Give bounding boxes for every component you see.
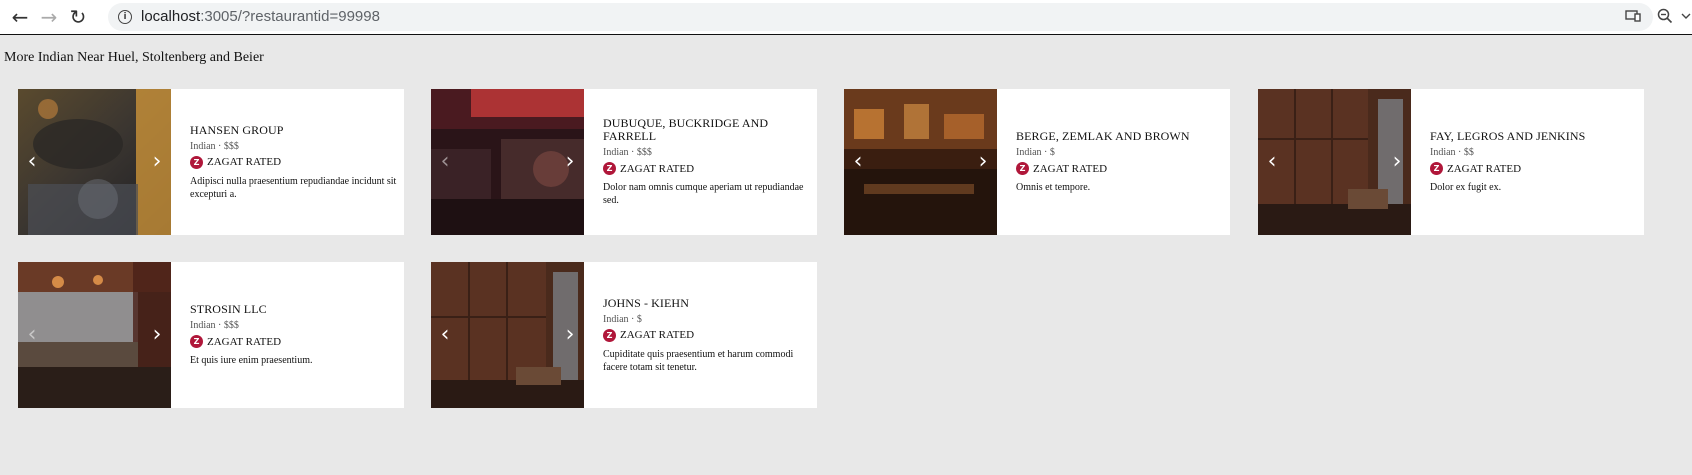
restaurant-description: Cupiditate quis praesentium et harum com… <box>603 348 794 373</box>
restaurant-card[interactable]: ‹ › Fay, Legros and Jenkins Indian · $$ … <box>1258 89 1644 235</box>
cast-device-icon[interactable] <box>1622 5 1644 27</box>
zagat-label: ZAGAT RATED <box>207 156 282 168</box>
restaurant-meta: Indian · $$ <box>1430 147 1474 158</box>
zagat-label: ZAGAT RATED <box>1447 162 1522 175</box>
carousel-prev-icon[interactable]: ‹ <box>22 322 42 347</box>
zagat-label: ZAGAT RATED <box>620 162 695 175</box>
zagat-label: ZAGAT RATED <box>207 335 282 348</box>
card-info: Dubuque, Buckridge and Farrell Indian · … <box>603 89 811 235</box>
forward-arrow-icon[interactable]: → <box>37 5 61 29</box>
zagat-icon: Z <box>1430 162 1443 175</box>
browser-toolbar: ← → ↻ i localhost:3005/?restaurantid=999… <box>0 0 1692 35</box>
restaurant-meta: Indian · $$$ <box>190 140 239 152</box>
restaurant-card[interactable]: ‹ › Dubuque, Buckridge and Farrell India… <box>431 89 817 235</box>
carousel-prev-icon[interactable]: ‹ <box>435 149 455 174</box>
url-path: :3005/?restaurantid=99998 <box>200 8 380 25</box>
restaurant-name[interactable]: Johns - Kiehn <box>603 296 811 310</box>
restaurant-photo: ‹ › <box>844 89 997 235</box>
carousel-next-icon[interactable]: › <box>560 149 580 174</box>
zagat-label: ZAGAT RATED <box>1033 162 1108 175</box>
carousel-next-icon[interactable]: › <box>1387 149 1407 174</box>
carousel-prev-icon[interactable]: ‹ <box>22 149 42 174</box>
carousel-prev-icon[interactable]: ‹ <box>435 322 455 347</box>
card-info: Berge, Zemlak and Brown Indian · $ Z ZAG… <box>1016 89 1224 235</box>
restaurant-description: Dolor ex fugit ex. <box>1430 182 1502 193</box>
restaurant-card[interactable]: ‹ › Strosin LLC Indian · $$$ Z ZAGAT RAT… <box>18 262 404 408</box>
back-arrow-icon[interactable]: ← <box>8 5 32 29</box>
zagat-badge: Z ZAGAT RATED <box>190 155 398 169</box>
info-icon[interactable]: i <box>118 10 132 24</box>
section-title: More Indian Near Huel, Stoltenberg and B… <box>4 50 264 65</box>
url-host: localhost <box>141 8 201 25</box>
restaurant-photo: ‹ › <box>431 262 584 408</box>
zagat-icon: Z <box>190 335 203 348</box>
restaurant-card[interactable]: ‹ › Johns - Kiehn Indian · $ Z ZAGAT RAT… <box>431 262 817 408</box>
zagat-label: ZAGAT RATED <box>620 329 695 341</box>
zagat-badge: Z ZAGAT RATED <box>190 335 398 348</box>
url-text[interactable]: localhost:3005/?restaurantid=99998 <box>141 8 380 25</box>
carousel-next-icon[interactable]: › <box>560 322 580 347</box>
restaurant-description: Adipisci nulla praesentium repudiandae i… <box>190 175 397 200</box>
zagat-badge: Z ZAGAT RATED <box>1016 162 1224 175</box>
restaurant-photo: ‹ › <box>18 89 171 235</box>
zoom-icon[interactable] <box>1654 5 1676 27</box>
chevron-down-icon[interactable] <box>1680 5 1692 27</box>
restaurant-photo: ‹ › <box>18 262 171 408</box>
zagat-badge: Z ZAGAT RATED <box>603 328 811 342</box>
card-info: Fay, Legros and Jenkins Indian · $$ Z ZA… <box>1430 89 1638 235</box>
restaurant-meta: Indian · $$$ <box>190 320 239 331</box>
zagat-icon: Z <box>190 155 203 169</box>
restaurant-card[interactable]: ‹ › Hansen Group Indian · $$$ Z ZAGAT RA… <box>18 89 404 235</box>
restaurant-photo: ‹ › <box>1258 89 1411 235</box>
restaurant-description: Omnis et tempore. <box>1016 182 1091 193</box>
carousel-next-icon[interactable]: › <box>973 149 993 174</box>
carousel-prev-icon[interactable]: ‹ <box>848 149 868 174</box>
restaurant-name[interactable]: Berge, Zemlak and Brown <box>1016 130 1224 143</box>
zagat-badge: Z ZAGAT RATED <box>603 162 811 175</box>
restaurant-description: Dolor nam omnis cumque aperiam ut repudi… <box>603 182 804 206</box>
restaurant-card[interactable]: ‹ › Berge, Zemlak and Brown Indian · $ Z… <box>844 89 1230 235</box>
restaurant-name[interactable]: Dubuque, Buckridge and Farrell <box>603 117 811 143</box>
address-bar[interactable]: i localhost:3005/?restaurantid=99998 <box>108 3 1653 31</box>
restaurant-meta: Indian · $ <box>1016 147 1055 158</box>
restaurant-name[interactable]: Hansen Group <box>190 123 398 137</box>
restaurant-meta: Indian · $ <box>603 313 642 325</box>
restaurant-name[interactable]: Strosin LLC <box>190 303 398 316</box>
reload-icon[interactable]: ↻ <box>66 5 90 29</box>
restaurant-name[interactable]: Fay, Legros and Jenkins <box>1430 130 1638 143</box>
zagat-icon: Z <box>603 328 616 342</box>
zagat-icon: Z <box>1016 162 1029 175</box>
zagat-badge: Z ZAGAT RATED <box>1430 162 1638 175</box>
carousel-prev-icon[interactable]: ‹ <box>1262 149 1282 174</box>
restaurant-meta: Indian · $$$ <box>603 147 652 158</box>
zagat-icon: Z <box>603 162 616 175</box>
card-info: Johns - Kiehn Indian · $ Z ZAGAT RATED C… <box>603 262 811 408</box>
restaurant-description: Et quis iure enim praesentium. <box>190 355 313 366</box>
carousel-next-icon[interactable]: › <box>147 322 167 347</box>
carousel-next-icon[interactable]: › <box>147 149 167 174</box>
card-info: Hansen Group Indian · $$$ Z ZAGAT RATED … <box>190 89 398 235</box>
restaurant-photo: ‹ › <box>431 89 584 235</box>
card-info: Strosin LLC Indian · $$$ Z ZAGAT RATED E… <box>190 262 398 408</box>
